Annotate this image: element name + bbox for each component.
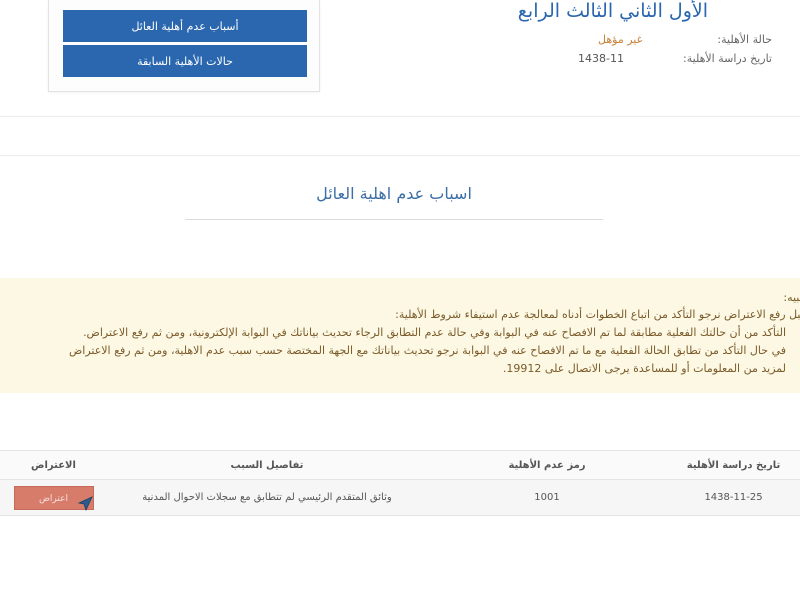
navigation-panel: أسباب عدم أهلية العائل حالات الأهلية الس… [48,0,320,92]
ineligibility-reasons-button[interactable]: أسباب عدم أهلية العائل [63,10,307,42]
header-study-date: تاريخ دراسة الأهلية [667,450,800,480]
warning-intro: قبل رفع الاعتراض نرجو التأكد من اتباع ال… [395,308,800,321]
cell-study-date: 1438-11-25 [667,479,800,516]
ineligibility-reasons-table: تاريخ دراسة الأهلية رمز عدم الأهلية تفاص… [0,450,800,516]
table-header-row: تاريخ دراسة الأهلية رمز عدم الأهلية تفاص… [0,450,800,480]
cell-reason-details: وثائق المتقدم الرئيسي لم تتطابق مع سجلات… [107,479,427,516]
header-ineligibility-code: رمز عدم الأهلية [427,450,667,480]
objection-button[interactable]: اعتراض [13,485,94,511]
warning-heading: تنبيه: [783,291,800,304]
divider [0,155,800,156]
study-date-label: تاريخ دراسة الأهلية: [683,52,772,65]
cell-ineligibility-code: 1001 [427,479,667,516]
previous-eligibility-button[interactable]: حالات الأهلية السابقة [63,45,307,77]
eligibility-status-value: غير مؤهل [598,33,643,46]
study-date-value: 1438-11 [578,52,624,65]
eligibility-status-label: حالة الأهلية: [717,33,772,46]
section-title-underline [185,219,603,220]
objection-button-label: اعتراض [39,493,68,504]
divider [0,116,800,117]
warning-item: في حال التأكد من تطابق الحالة الفعلية مع… [68,344,786,357]
header-reason-details: تفاصيل السبب [107,450,427,480]
table-row: 1438-11-25 1001 وثائق المتقدم الرئيسي لم… [0,479,800,516]
warning-item: التأكد من أن حالتك الفعلية مطابقة لما تم… [83,326,786,339]
warning-item: لمزيد من المعلومات أو للمساعدة يرجى الات… [502,362,786,375]
stage-title: الأول الثاني الثالث الرابع [517,0,708,22]
mouse-pointer-icon [77,495,93,511]
warning-box: تنبيه: قبل رفع الاعتراض نرجو التأكد من ا… [0,278,800,393]
warning-list: التأكد من أن حالتك الفعلية مطابقة لما تم… [69,324,800,378]
cell-objection: اعتراض [0,479,107,516]
header-objection: الاعتراض [0,450,107,480]
section-title: اسباب عدم اهلية العائل [316,184,472,203]
